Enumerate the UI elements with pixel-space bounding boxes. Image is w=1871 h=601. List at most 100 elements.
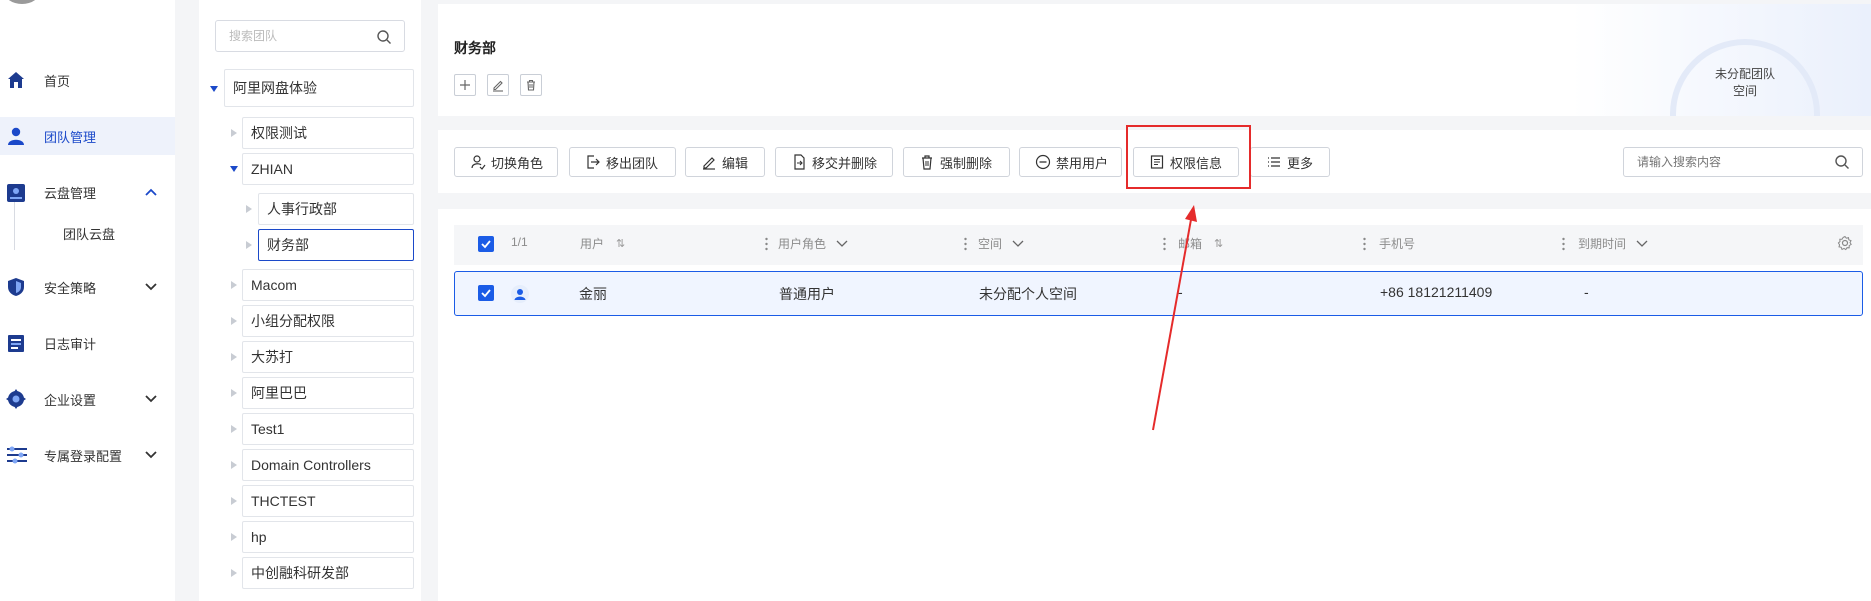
caret-right-icon[interactable] [244,240,254,250]
member-search-field[interactable] [1623,147,1863,177]
sidebar-item-team-management[interactable]: 团队管理 [0,117,175,155]
avatar[interactable] [4,0,40,4]
space-gauge-label: 未分配团队 空间 [1714,67,1775,98]
caret-right-icon[interactable] [229,280,239,290]
caret-right-icon[interactable] [229,496,239,506]
caret-right-icon[interactable] [229,460,239,470]
tree-node[interactable]: 小组分配权限 [242,305,414,337]
sort-icon[interactable]: ⇅ [1214,237,1223,250]
exit-icon [585,154,601,170]
caret-right-icon[interactable] [244,204,254,214]
sidebar-item-label: 首页 [44,73,71,89]
caret-down-icon[interactable] [209,84,219,94]
cloud-drive-icon [6,182,28,202]
caret-right-icon[interactable] [229,128,239,138]
log-icon [6,333,28,353]
member-search-input[interactable] [1637,155,1827,169]
caret-right-icon[interactable] [229,316,239,326]
column-resize-handle[interactable] [1363,237,1366,251]
caret-right-icon[interactable] [229,424,239,434]
tree-node[interactable]: Domain Controllers [242,449,414,481]
submenu-guide-line [14,202,15,250]
tree-node[interactable]: 中创融科研发部 [242,557,414,589]
sidebar-item-label: 安全策略 [44,280,97,296]
tree-node[interactable]: ZHIAN [242,153,414,185]
disable-user-button[interactable]: 禁用用户 [1019,147,1122,177]
transfer-and-delete-button[interactable]: 移交并删除 [775,147,893,177]
chevron-down-icon[interactable] [1012,240,1024,248]
tree-node[interactable]: 大苏打 [242,341,414,373]
select-all-checkbox[interactable] [478,236,494,252]
tree-node[interactable]: 阿里巴巴 [242,377,414,409]
sidebar-item-label: 专属登录配置 [44,448,123,464]
team-title: 财务部 [454,40,496,56]
sliders-icon [6,445,28,465]
force-delete-button[interactable]: 强制删除 [903,147,1010,177]
tree-node-selected[interactable]: 财务部 [258,229,414,261]
chevron-down-icon[interactable] [144,449,158,461]
edit-button[interactable]: 编辑 [685,147,765,177]
user-switch-icon [470,154,486,170]
search-icon[interactable] [1834,154,1850,170]
tree-node[interactable]: Macom [242,269,414,301]
column-header-user[interactable]: 用户 ⇅ [580,235,625,252]
tree-node[interactable]: hp [242,521,414,553]
annotation-arrow [1152,205,1197,431]
sidebar-item-security-policy[interactable]: 安全策略 [0,268,175,306]
switch-role-button[interactable]: 切换角色 [454,147,558,177]
sidebar-item-audit-log[interactable]: 日志审计 [0,324,175,362]
sidebar-item-enterprise-settings[interactable]: 企业设置 [0,380,175,418]
chevron-up-icon[interactable] [144,186,158,198]
column-header-space[interactable]: 空间 [978,235,1024,252]
row-checkbox[interactable] [478,285,494,301]
tree-node[interactable]: 人事行政部 [258,193,414,225]
sidebar-item-label: 企业设置 [44,392,97,408]
caret-down-icon[interactable] [229,164,239,174]
tree-root-node[interactable]: 阿里网盘体验 [224,69,414,107]
cell-user: 金丽 [579,286,607,302]
column-header-phone[interactable]: 手机号 [1379,235,1415,252]
chevron-down-icon[interactable] [144,393,158,405]
highlight-annotation-box [1126,125,1251,189]
sidebar-item-label: 云盘管理 [44,185,97,201]
chevron-down-icon[interactable] [1636,240,1648,248]
user-icon [6,126,28,146]
sidebar-item-cloud-drive[interactable]: 云盘管理 [0,173,175,211]
sidebar-item-label: 日志审计 [44,336,97,352]
tree-node[interactable]: THCTEST [242,485,414,517]
sidebar-item-home[interactable]: 首页 [0,61,175,99]
remove-from-team-button[interactable]: 移出团队 [569,147,676,177]
more-button[interactable]: 更多 [1250,147,1330,177]
sidebar-item-login-config[interactable]: 专属登录配置 [0,436,175,474]
settings-gear-icon [6,389,28,409]
team-search-input[interactable] [229,29,369,43]
sidebar-subitem-team-cloud[interactable]: 团队云盘 [63,224,115,243]
pencil-icon [701,154,717,170]
tree-node[interactable]: 权限测试 [242,117,414,149]
caret-right-icon[interactable] [229,352,239,362]
avatar [511,285,529,303]
delete-team-button[interactable] [520,74,542,96]
chevron-down-icon[interactable] [144,281,158,293]
column-resize-handle[interactable] [765,237,768,251]
cell-space: 未分配个人空间 [979,286,1077,302]
shield-icon [6,277,28,297]
caret-right-icon[interactable] [229,388,239,398]
column-settings-gear-icon[interactable] [1837,235,1853,251]
add-team-button[interactable] [454,74,476,96]
column-resize-handle[interactable] [1562,237,1565,251]
chevron-down-icon[interactable] [836,240,848,248]
sidebar-item-label: 团队管理 [44,129,97,145]
column-resize-handle[interactable] [964,237,967,251]
column-header-role[interactable]: 用户角色 [778,235,848,252]
cell-role: 普通用户 [779,286,835,302]
team-search-field[interactable] [215,20,405,52]
edit-team-button[interactable] [487,74,509,96]
tree-node[interactable]: Test1 [242,413,414,445]
search-icon[interactable] [376,29,392,45]
sidebar-nav: 首页 团队管理 云盘管理 团队云盘 安全策略 日志审计 企业设置 专属登录配置 [0,0,175,601]
caret-right-icon[interactable] [229,532,239,542]
caret-right-icon[interactable] [229,568,239,578]
sort-icon[interactable]: ⇅ [616,237,625,250]
column-header-expiry[interactable]: 到期时间 [1578,235,1648,252]
